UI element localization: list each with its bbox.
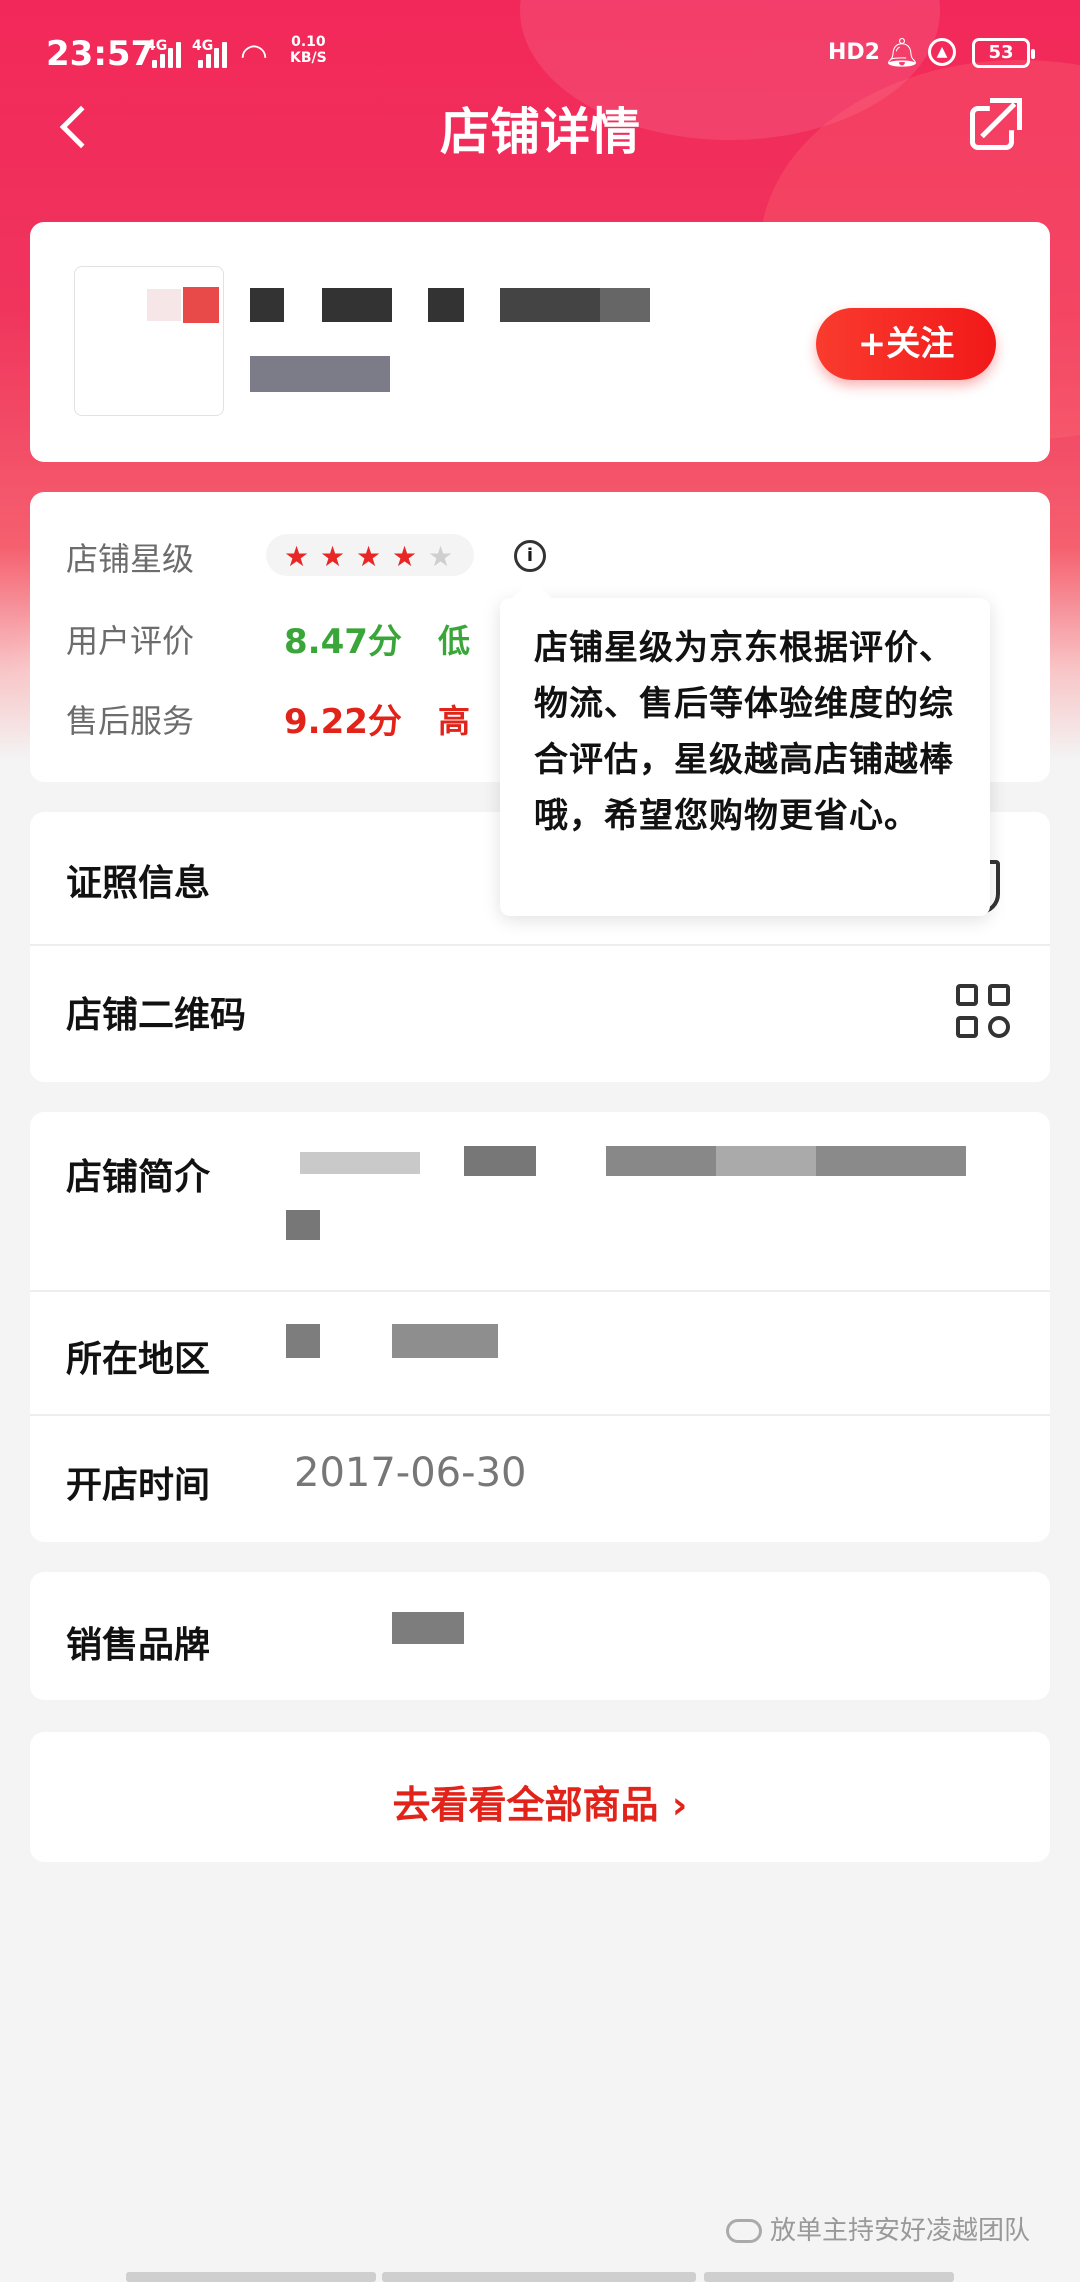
star-icon: ★ <box>392 540 418 573</box>
battery-icon: 53 <box>972 38 1035 68</box>
all-products-card[interactable]: 去看看全部商品 › <box>30 1732 1050 1862</box>
lock-icon: ▲ <box>928 38 956 66</box>
page-title: 店铺详情 <box>440 103 640 161</box>
signal-icon <box>196 38 232 68</box>
wechat-icon <box>726 2219 762 2243</box>
follow-button[interactable]: +关注 <box>816 308 996 380</box>
star-rating-tooltip: 店铺星级为京东根据评价、物流、售后等体验维度的综合评估，星级越高店铺越棒哦，希望… <box>500 598 990 916</box>
star-rating: ★ ★ ★ ★ ★ <box>266 534 474 576</box>
info-icon[interactable]: i <box>514 540 546 572</box>
after-sales-level: 高 <box>438 702 471 740</box>
star-rating-label: 店铺星级 <box>66 540 195 578</box>
brand-card: 销售品牌 <box>30 1572 1050 1700</box>
license-info-label[interactable]: 证照信息 <box>66 854 210 906</box>
gesture-bar <box>126 2272 954 2282</box>
brand-redacted <box>392 1612 464 1644</box>
shop-logo[interactable] <box>74 266 224 416</box>
user-review-score: 8.47分 <box>284 622 402 662</box>
after-sales-score: 9.22分 <box>284 702 402 742</box>
shop-details-card: 店铺简介 所在地区 开店时间 2017-06-30 <box>30 1112 1050 1542</box>
bell-icon: 🔔︎ <box>884 36 920 69</box>
user-review-label: 用户评价 <box>66 622 195 660</box>
star-empty-icon: ★ <box>428 540 454 573</box>
status-time: 23:57 <box>46 34 155 74</box>
tooltip-text: 店铺星级为京东根据评价、物流、售后等体验维度的综合评估，星级越高店铺越棒哦，希望… <box>534 628 954 836</box>
shop-qrcode-label[interactable]: 店铺二维码 <box>66 986 246 1038</box>
speed-value: 0.10 <box>291 34 326 50</box>
shop-info-card: +关注 <box>30 222 1050 462</box>
open-date-value: 2017-06-30 <box>294 1450 527 1496</box>
open-date-label: 开店时间 <box>66 1465 211 1506</box>
speed-unit: KB/S <box>290 50 327 66</box>
shop-intro-label: 店铺简介 <box>66 1157 211 1198</box>
user-review-level: 低 <box>438 622 471 660</box>
wifi-icon: ◠ <box>240 36 268 74</box>
view-all-products-link[interactable]: 去看看全部商品 › <box>30 1774 1050 1829</box>
star-icon: ★ <box>356 540 382 573</box>
network-speed: 0.10 KB/S <box>290 34 327 66</box>
watermark-text: 放单主持安好凌越团队 <box>770 2216 1031 2246</box>
hd-icon: HD2 <box>828 40 880 65</box>
region-label: 所在地区 <box>66 1339 211 1380</box>
qrcode-icon[interactable] <box>956 984 1012 1040</box>
brand-label: 销售品牌 <box>66 1625 211 1666</box>
share-button[interactable] <box>968 96 1022 156</box>
after-sales-label: 售后服务 <box>66 702 195 740</box>
watermark: 放单主持安好凌越团队 <box>726 2210 1030 2247</box>
star-icon: ★ <box>284 540 310 573</box>
star-icon: ★ <box>320 540 346 573</box>
signal-icon <box>150 38 186 68</box>
